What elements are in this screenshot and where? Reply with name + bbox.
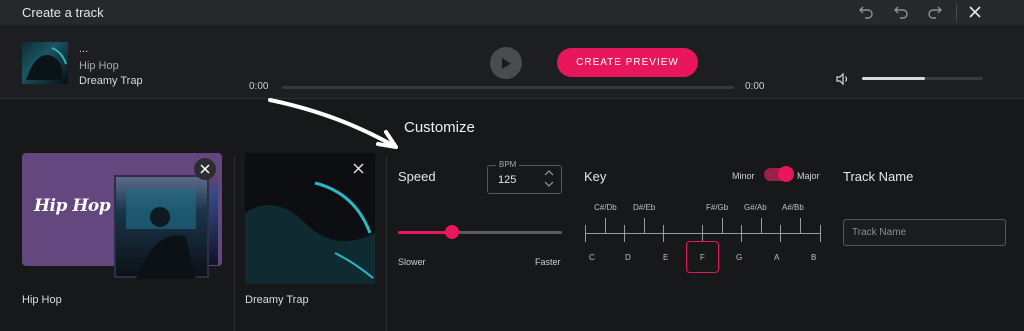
time-current: 0:00 xyxy=(249,81,269,92)
key-sharp-option[interactable]: A#/Bb xyxy=(782,203,804,212)
track-cover-thumbnail xyxy=(22,42,68,84)
major-label: Major xyxy=(797,171,820,181)
key-tick xyxy=(585,225,586,242)
track-style: Dreamy Trap xyxy=(79,75,143,87)
speed-slider-fill xyxy=(398,231,452,234)
customize-heading: Customize xyxy=(404,119,475,136)
play-button[interactable] xyxy=(490,47,522,79)
key-label: Key xyxy=(584,169,607,184)
close-icon[interactable] xyxy=(965,3,985,21)
key-natural-option[interactable]: E xyxy=(663,253,668,262)
speed-label: Speed xyxy=(398,169,436,184)
mode-toggle-knob[interactable] xyxy=(778,166,794,182)
window-title: Create a track xyxy=(22,5,104,20)
key-tick xyxy=(663,225,664,242)
key-tick xyxy=(624,225,625,242)
key-tick-sharp xyxy=(644,218,645,233)
hip-hop-logo: Hip Hop xyxy=(34,196,111,216)
key-natural-option[interactable]: D xyxy=(625,253,631,262)
slower-label: Slower xyxy=(398,257,426,267)
close-icon xyxy=(353,163,363,173)
remove-hip-hop-button[interactable] xyxy=(194,158,216,180)
play-icon xyxy=(502,57,511,69)
key-sharp-option[interactable]: C#/Db xyxy=(594,203,617,212)
close-icon xyxy=(200,164,210,174)
chevron-down-icon[interactable] xyxy=(543,179,555,189)
key-natural-option[interactable]: A xyxy=(774,253,779,262)
minor-label: Minor xyxy=(732,171,755,181)
key-sharp-option[interactable]: F#/Gb xyxy=(706,203,728,212)
time-total: 0:00 xyxy=(745,81,765,92)
track-name-label: Track Name xyxy=(843,169,914,184)
key-tick xyxy=(780,225,781,242)
key-tick xyxy=(702,225,703,242)
redo-icon[interactable] xyxy=(925,3,945,21)
key-natural-option[interactable]: F xyxy=(700,253,705,262)
key-tick-sharp xyxy=(605,218,606,233)
bpm-label: BPM xyxy=(496,160,520,169)
key-tick-sharp xyxy=(800,218,801,233)
toolbar-divider xyxy=(956,4,957,21)
volume-slider-fill xyxy=(862,77,925,80)
key-tick xyxy=(741,225,742,242)
genre-card-label: Hip Hop xyxy=(22,294,62,306)
key-natural-option[interactable]: G xyxy=(736,253,742,262)
create-preview-button[interactable]: CREATE PREVIEW xyxy=(557,48,698,77)
card-divider xyxy=(386,155,387,331)
key-tick-sharp xyxy=(761,218,762,233)
redo-back-icon[interactable] xyxy=(856,3,876,21)
key-natural-option[interactable]: C xyxy=(589,253,595,262)
annotation-arrow xyxy=(268,98,398,149)
track-title: ... xyxy=(79,43,89,55)
track-genre: Hip Hop xyxy=(79,60,119,72)
playback-progress-bar[interactable] xyxy=(282,86,734,89)
style-card-label: Dreamy Trap xyxy=(245,294,309,306)
speaker-icon[interactable] xyxy=(836,72,850,86)
key-tick-sharp xyxy=(722,218,723,233)
bpm-value[interactable]: 125 xyxy=(498,174,516,186)
undo-icon[interactable] xyxy=(891,3,911,21)
key-natural-option[interactable]: B xyxy=(811,253,816,262)
genre-card-artwork xyxy=(114,175,209,279)
track-name-input[interactable] xyxy=(843,219,1006,246)
key-sharp-option[interactable]: D#/Eb xyxy=(633,203,655,212)
speed-slider-thumb[interactable] xyxy=(445,225,459,239)
remove-dreamy-trap-button[interactable] xyxy=(350,160,366,176)
key-selector-line xyxy=(585,233,821,234)
key-sharp-option[interactable]: G#/Ab xyxy=(744,203,767,212)
chevron-up-icon[interactable] xyxy=(543,168,555,178)
card-divider xyxy=(234,155,235,331)
faster-label: Faster xyxy=(535,257,561,267)
key-tick xyxy=(820,225,821,242)
